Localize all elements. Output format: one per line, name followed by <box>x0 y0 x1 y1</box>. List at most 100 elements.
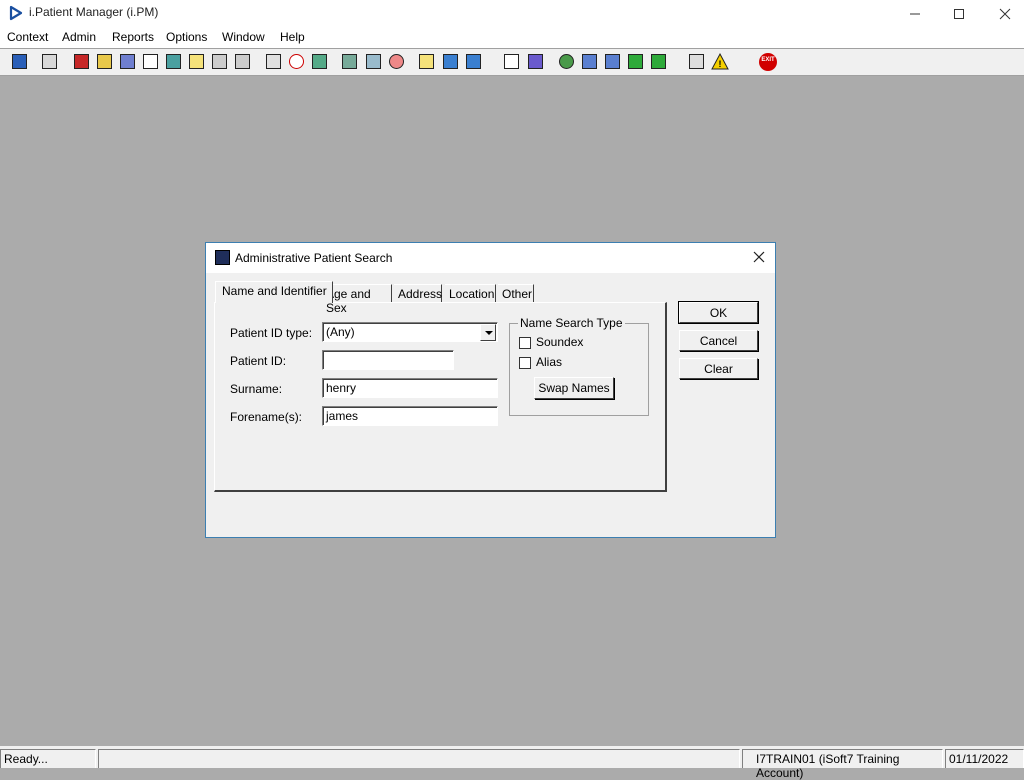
surname-input[interactable]: henry <box>322 378 498 398</box>
doctor-icon <box>215 250 230 265</box>
tb-inbox2-button[interactable] <box>603 52 623 72</box>
tab-other[interactable]: Other <box>498 284 534 302</box>
inbox2-icon <box>605 54 620 69</box>
clock-icon <box>289 54 304 69</box>
patient-id-type-value: (Any) <box>326 325 355 339</box>
menu-bar: Context Admin Reports Options Window Hel… <box>0 27 1024 48</box>
bed-icon <box>443 54 458 69</box>
tb-transfer-button[interactable] <box>687 52 707 72</box>
exit-label: EXIT <box>761 57 775 63</box>
forename-input[interactable]: james <box>322 406 498 426</box>
edit-icon <box>97 54 112 69</box>
tb-dial-button[interactable] <box>387 52 407 72</box>
menu-window[interactable]: Window <box>222 30 265 44</box>
tb-edit-button[interactable] <box>95 52 115 72</box>
image-icon <box>342 54 357 69</box>
tb-image-button[interactable] <box>340 52 360 72</box>
ambulance-icon <box>212 54 227 69</box>
minimize-button[interactable] <box>892 0 938 27</box>
close-icon <box>999 8 1011 19</box>
status-bar: Ready... I7TRAIN01 (iSoft7 Training Acco… <box>0 746 1024 780</box>
title-bar: i.Patient Manager (i.PM) <box>0 0 1024 27</box>
tb-list-button[interactable] <box>118 52 138 72</box>
tb-clock-button[interactable] <box>287 52 307 72</box>
patient-id-type-select[interactable]: (Any) <box>322 322 498 342</box>
svg-text:!: ! <box>719 59 722 69</box>
download-icon <box>628 54 643 69</box>
dialog-title-bar: Administrative Patient Search <box>206 243 775 273</box>
patient-icon <box>12 54 27 69</box>
search-doc-icon <box>266 54 281 69</box>
window-title: i.Patient Manager (i.PM) <box>29 5 159 19</box>
tb-book-button[interactable] <box>72 52 92 72</box>
minimize-icon <box>910 13 920 14</box>
menu-help[interactable]: Help <box>280 30 305 44</box>
warning-icon: ! <box>711 52 729 70</box>
list-icon <box>120 54 135 69</box>
tb-exit-button[interactable]: EXIT <box>758 52 778 72</box>
transfer-icon <box>689 54 704 69</box>
tb-monitor-button[interactable] <box>310 52 330 72</box>
tb-form-button[interactable] <box>417 52 437 72</box>
tb-patient-button[interactable] <box>10 52 30 72</box>
notes-icon <box>189 54 204 69</box>
tab-location[interactable]: Location <box>445 284 496 302</box>
tb-notes-button[interactable] <box>187 52 207 72</box>
tb-printer-button[interactable] <box>40 52 60 72</box>
ok-button[interactable]: OK <box>678 301 759 324</box>
patient-id-input[interactable] <box>322 350 454 370</box>
inbox-icon <box>582 54 597 69</box>
status-panel-empty <box>98 749 740 768</box>
tb-download2-button[interactable] <box>649 52 669 72</box>
chart-icon <box>528 54 543 69</box>
chevron-down-icon[interactable] <box>480 324 496 341</box>
tb-bed2-button[interactable] <box>464 52 484 72</box>
tb-ambulance-button[interactable] <box>210 52 230 72</box>
tab-address[interactable]: Address <box>394 284 442 302</box>
tb-chat-button[interactable] <box>364 52 384 72</box>
tb-m-button[interactable] <box>141 52 161 72</box>
soundex-checkbox[interactable] <box>519 337 531 349</box>
dial-icon <box>389 54 404 69</box>
monitor-icon <box>312 54 327 69</box>
forename-label: Forename(s): <box>230 410 303 424</box>
status-account: I7TRAIN01 (iSoft7 Training Account) <box>742 749 943 780</box>
cancel-button[interactable]: Cancel <box>679 330 758 351</box>
alias-checkbox[interactable] <box>519 357 531 369</box>
menu-admin[interactable]: Admin <box>62 30 96 44</box>
download2-icon <box>651 54 666 69</box>
tb-doctor-button[interactable] <box>164 52 184 72</box>
soundex-label: Soundex <box>536 335 584 349</box>
bed2-icon <box>466 54 481 69</box>
tb-chart-button[interactable] <box>526 52 546 72</box>
status-message: Ready... <box>0 749 96 768</box>
status-date: 01/11/2022 <box>945 749 1024 768</box>
ambulance2-icon <box>235 54 250 69</box>
toolbar: ! EXIT <box>0 48 1024 76</box>
tb-bed-button[interactable] <box>441 52 461 72</box>
close-button[interactable] <box>982 0 1024 27</box>
dialog-close-icon[interactable] <box>751 249 767 265</box>
tb-inbox-button[interactable] <box>580 52 600 72</box>
swap-names-button[interactable]: Swap Names <box>534 377 614 399</box>
patient-search-dialog: Administrative Patient Search Age and Se… <box>205 242 776 538</box>
tb-warning-button[interactable]: ! <box>710 52 730 72</box>
doctor-icon <box>166 54 181 69</box>
tab-name-and-identifier[interactable]: Name and Identifier <box>215 281 333 303</box>
tb-search-doc-button[interactable] <box>264 52 284 72</box>
tab-panel: Patient ID type: (Any) Patient ID: Surna… <box>214 302 667 492</box>
tb-globe-button[interactable] <box>557 52 577 72</box>
menu-options[interactable]: Options <box>166 30 207 44</box>
menu-reports[interactable]: Reports <box>112 30 154 44</box>
clear-button[interactable]: Clear <box>679 358 758 379</box>
maximize-button[interactable] <box>936 0 982 27</box>
patient-id-type-label: Patient ID type: <box>230 326 313 340</box>
printer-icon <box>42 54 57 69</box>
surname-label: Surname: <box>230 382 283 396</box>
form-icon <box>419 54 434 69</box>
tb-page-button[interactable] <box>502 52 522 72</box>
tb-ambulance2-button[interactable] <box>233 52 253 72</box>
chat-icon <box>366 54 381 69</box>
menu-context[interactable]: Context <box>7 30 48 44</box>
tb-download-button[interactable] <box>626 52 646 72</box>
